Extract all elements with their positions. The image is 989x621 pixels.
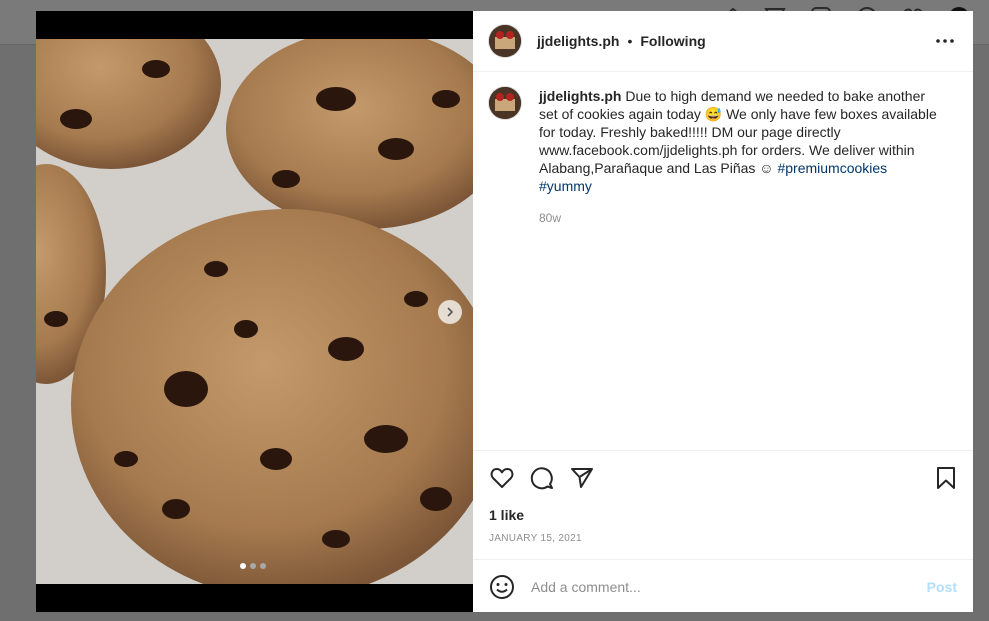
more-options-button[interactable] (935, 33, 955, 49)
comment-icon (530, 467, 553, 490)
avatar[interactable] (489, 25, 521, 57)
emoji-icon[interactable] (489, 574, 515, 600)
bookmark-icon (937, 467, 955, 489)
caption-text-block: jjdelights.ph Due to high demand we need… (539, 87, 939, 227)
post-modal: jjdelights.ph • Following jjdelights.ph … (36, 11, 973, 612)
carousel-dot (240, 563, 246, 569)
comment-button[interactable] (529, 465, 555, 491)
comment-bar: Post (473, 559, 973, 612)
post-photo (36, 39, 473, 584)
following-button[interactable]: Following (640, 33, 705, 49)
like-count[interactable]: 1 like (489, 507, 524, 523)
share-button[interactable] (569, 465, 595, 491)
carousel-dot (250, 563, 256, 569)
post-date: JANUARY 15, 2021 (489, 533, 582, 544)
like-button[interactable] (489, 465, 515, 491)
caption-username-link[interactable]: jjdelights.ph (539, 88, 621, 104)
carousel-dots (240, 563, 266, 569)
username-link[interactable]: jjdelights.ph (537, 33, 619, 49)
actions-section: 1 like JANUARY 15, 2021 (473, 450, 973, 571)
next-image-button[interactable] (438, 300, 462, 324)
caption-block: jjdelights.ph Due to high demand we need… (489, 87, 957, 227)
caption-avatar[interactable] (489, 87, 521, 119)
chevron-right-icon (447, 307, 454, 317)
more-icon (936, 39, 954, 43)
hashtag-link[interactable]: #yummy (539, 178, 592, 194)
post-media (36, 11, 473, 612)
post-details-panel: jjdelights.ph • Following jjdelights.ph … (473, 11, 973, 612)
share-icon (571, 468, 593, 488)
comment-input[interactable] (529, 577, 913, 596)
hashtag-link[interactable]: #premiumcookies (777, 160, 887, 176)
save-button[interactable] (933, 465, 959, 491)
separator-dot: • (627, 33, 633, 49)
heart-icon (490, 468, 514, 488)
caption-timestamp[interactable]: 80w (539, 209, 939, 227)
post-header: jjdelights.ph • Following (473, 11, 973, 72)
post-comment-button[interactable]: Post (927, 579, 957, 595)
carousel-dot (260, 563, 266, 569)
